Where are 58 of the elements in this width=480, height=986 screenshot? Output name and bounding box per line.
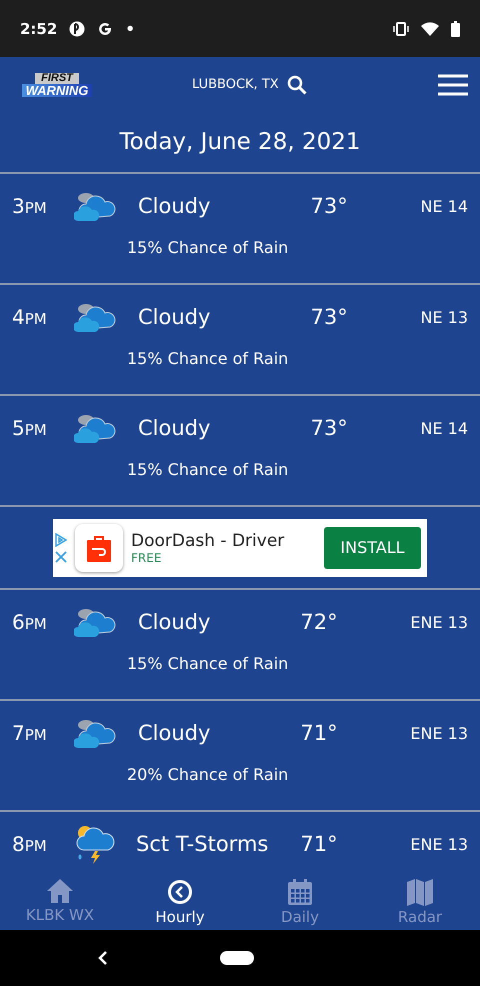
hour-label: 3PM (12, 194, 48, 218)
wifi-icon (421, 22, 439, 36)
condition-label: Cloudy (138, 305, 212, 329)
nav-tab[interactable]: Daily (240, 872, 360, 930)
install-button[interactable]: INSTALL (324, 526, 421, 568)
nav-tab[interactable]: Radar (360, 872, 480, 930)
google-icon (97, 20, 114, 36)
rain-chance: 15% Chance of Rain (127, 238, 288, 257)
location-label: LUBBOCK, TX (192, 77, 279, 92)
wind-label: NE 14 (420, 196, 468, 216)
wind-label: ENE 13 (410, 834, 468, 854)
ad-title: DoorDash - Driver (131, 530, 286, 550)
clock-time: 2:52 (20, 20, 58, 38)
temperature-label: 72° (300, 610, 339, 634)
date-heading: Today, June 28, 2021 (0, 112, 480, 174)
calendar-icon (286, 878, 314, 906)
home-pill-icon[interactable] (220, 951, 254, 965)
condition-label: Cloudy (138, 721, 212, 745)
home-icon (46, 878, 74, 904)
back-icon[interactable] (98, 951, 108, 965)
wind-label: NE 13 (420, 308, 468, 326)
nav-tab[interactable]: KLBK WX (0, 872, 120, 930)
ad-banner[interactable]: DoorDash - Driver FREE INSTALL (53, 518, 427, 576)
condition-label: Sct T-Storms (136, 832, 270, 856)
condition-label: Cloudy (138, 194, 212, 218)
temperature-label: 73° (310, 416, 349, 440)
rain-chance: 15% Chance of Rain (127, 349, 288, 368)
rain-chance: 15% Chance of Rain (127, 460, 288, 479)
first-warning-logo: FIRST WARNING (12, 72, 102, 96)
ad-price: FREE (131, 550, 162, 564)
wind-label: ENE 13 (410, 724, 468, 742)
menu-icon[interactable] (438, 74, 468, 96)
temperature-label: 71° (300, 832, 339, 856)
hour-label: 7PM (12, 721, 48, 745)
map-icon (406, 878, 434, 906)
hour-label: 8PM (12, 832, 48, 856)
rain-chance: 20% Chance of Rain (127, 765, 288, 784)
nav-tab[interactable]: Hourly (120, 872, 240, 930)
search-icon[interactable] (286, 74, 307, 94)
rain-chance: 15% Chance of Rain (127, 654, 288, 673)
wind-label: NE 14 (420, 418, 468, 438)
clock-icon (166, 878, 194, 906)
hour-label: 6PM (12, 610, 48, 634)
ad-choices-icon[interactable] (55, 532, 67, 546)
notification-dot: • (125, 20, 135, 38)
close-icon[interactable] (55, 550, 67, 562)
hour-label: 5PM (12, 416, 48, 440)
app-icon (69, 20, 86, 36)
app-logo (75, 524, 123, 572)
battery-icon (451, 20, 460, 36)
condition-label: Cloudy (138, 416, 212, 440)
temperature-label: 71° (300, 721, 339, 745)
hour-label: 4PM (12, 305, 48, 329)
temperature-label: 73° (310, 305, 349, 329)
wind-label: ENE 13 (410, 612, 468, 632)
vibrate-icon (393, 22, 409, 36)
temperature-label: 73° (310, 194, 349, 218)
condition-label: Cloudy (138, 610, 212, 634)
